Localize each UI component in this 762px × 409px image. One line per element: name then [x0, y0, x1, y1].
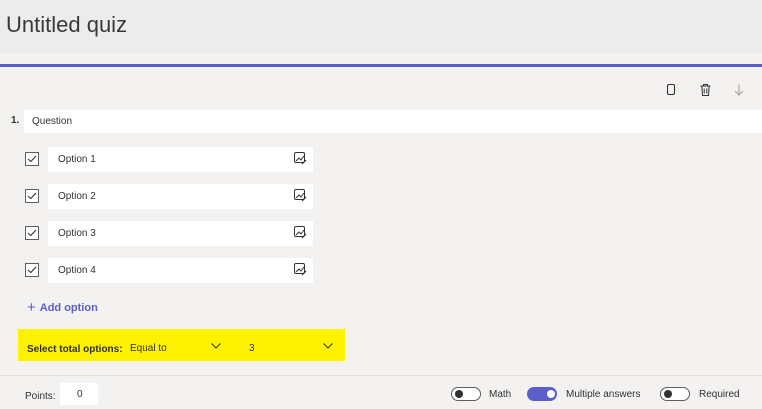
math-toggle[interactable] — [451, 387, 481, 401]
insert-media-icon[interactable] — [293, 188, 307, 202]
required-label: Required — [699, 389, 740, 400]
question-number: 1. — [11, 115, 20, 126]
option-row: Option 4 — [0, 258, 330, 283]
insert-media-icon[interactable] — [293, 225, 307, 239]
option-row: Option 1 — [0, 147, 330, 172]
trash-icon[interactable] — [697, 82, 713, 98]
arrow-down-icon[interactable] — [731, 82, 747, 98]
select-total-label: Select total options: — [27, 344, 123, 355]
option-input[interactable]: Option 1 — [48, 147, 313, 172]
correct-answer-checkbox[interactable] — [25, 226, 39, 240]
quiz-title[interactable]: Untitled quiz — [6, 12, 127, 38]
plus-icon: + — [27, 299, 36, 316]
required-toggle[interactable] — [660, 387, 690, 401]
chevron-down-icon — [210, 342, 222, 353]
option-input[interactable]: Option 4 — [48, 258, 313, 283]
comparator-value: Equal to — [130, 342, 167, 354]
copy-icon[interactable] — [663, 82, 679, 98]
option-row: Option 3 — [0, 221, 330, 246]
add-option-button[interactable]: + Add option — [27, 300, 98, 315]
option-row: Option 2 — [0, 184, 330, 209]
multiple-answers-toggle[interactable] — [527, 387, 557, 401]
points-label: Points: — [25, 391, 56, 402]
question-row: 1. Question — [0, 110, 762, 133]
toggle-knob — [664, 390, 672, 398]
correct-answer-checkbox[interactable] — [25, 189, 39, 203]
correct-answer-checkbox[interactable] — [25, 263, 39, 277]
toggle-knob — [547, 390, 555, 398]
insert-media-icon[interactable] — [293, 151, 307, 165]
points-input[interactable]: 0 — [60, 383, 98, 405]
count-dropdown[interactable]: 3 — [244, 338, 334, 358]
toggle-knob — [455, 390, 463, 398]
insert-media-icon[interactable] — [293, 262, 307, 276]
title-bar: Untitled quiz — [0, 0, 762, 53]
question-footer: Points: 0 Math Multiple answers Required — [0, 375, 762, 409]
add-option-label: Add option — [39, 301, 98, 314]
multiple-answers-label: Multiple answers — [566, 389, 641, 400]
chevron-down-icon — [322, 342, 334, 353]
count-value: 3 — [249, 342, 255, 354]
question-input[interactable]: Question — [24, 110, 762, 133]
comparator-dropdown[interactable]: Equal to — [126, 338, 222, 358]
math-label: Math — [489, 389, 512, 400]
select-total-options-row: Select total options: Equal to 3 — [18, 329, 345, 361]
option-input[interactable]: Option 2 — [48, 184, 313, 209]
option-input[interactable]: Option 3 — [48, 221, 313, 246]
correct-answer-checkbox[interactable] — [25, 152, 39, 166]
